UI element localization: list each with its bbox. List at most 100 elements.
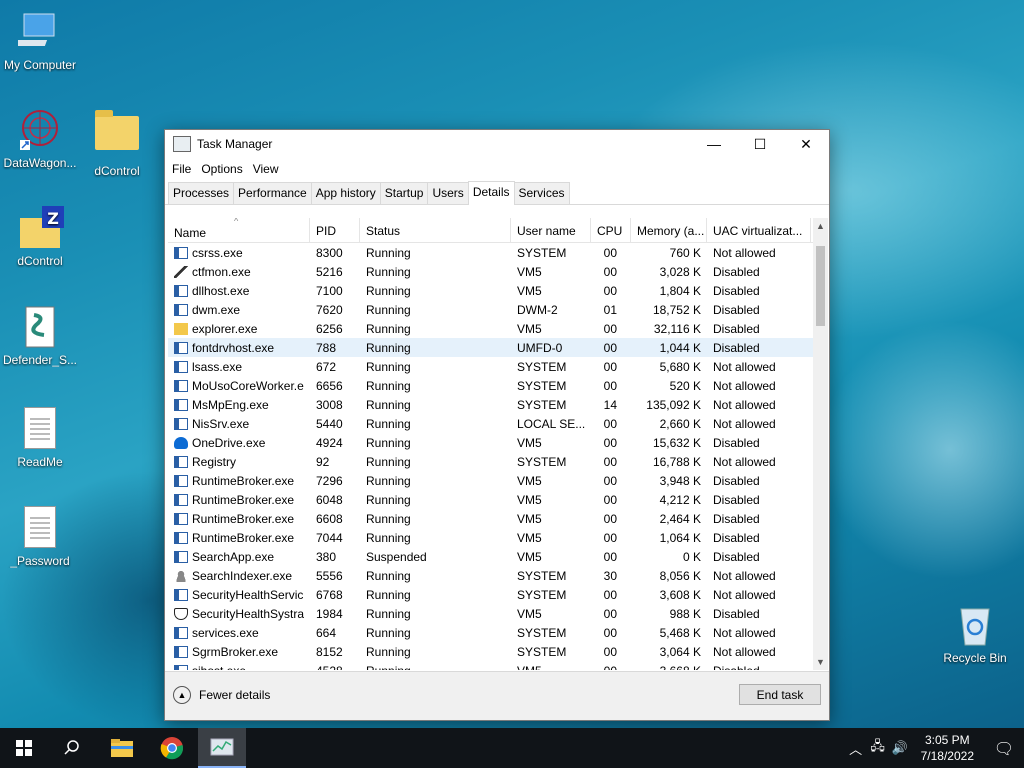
fewer-details-button[interactable]: ▲ Fewer details	[173, 686, 270, 704]
tab-app-history[interactable]: App history	[310, 182, 381, 204]
process-name-text: SecurityHealthServic...	[192, 587, 304, 602]
table-row[interactable]: SecurityHealthSystra... 1984 Running VM5 00 9…	[168, 604, 828, 623]
table-row[interactable]: SecurityHealthServic... 6768 Running SYSTEM…	[168, 585, 828, 604]
table-row[interactable]: MsMpEng.exe 3008 Running SYSTEM 14 135,092 K N…	[168, 395, 828, 414]
desktop-icon-readme[interactable]: ReadMe	[0, 405, 80, 469]
desktop-icon-password[interactable]: _Password	[0, 504, 80, 568]
close-button[interactable]: ✕	[783, 130, 829, 158]
process-memory: 16,788 K	[652, 454, 701, 469]
tab-details[interactable]: Details	[467, 181, 515, 205]
desktop-icon-recycle-bin[interactable]: Recycle Bin	[935, 603, 1015, 665]
table-row[interactable]: lsass.exe 672 Running SYSTEM 00 5,680 K Not al…	[168, 357, 828, 376]
column-header-pid[interactable]: PID	[310, 218, 360, 242]
process-status: Running	[366, 587, 411, 602]
application-icon	[174, 588, 188, 601]
application-icon	[174, 417, 188, 430]
desktop-icon-label: Recycle Bin	[943, 651, 1007, 665]
vertical-scrollbar[interactable]: ▲ ▼	[813, 218, 828, 670]
tab-startup[interactable]: Startup	[379, 182, 429, 204]
process-uac: Not allowed	[713, 397, 776, 412]
minimize-button[interactable]: —	[691, 130, 737, 158]
folder-icon	[111, 739, 133, 757]
taskbar-chrome[interactable]	[148, 728, 196, 768]
table-row[interactable]: NisSrv.exe 5440 Running LOCAL SE... 00 2,660 …	[168, 414, 828, 433]
desktop-icon-my-computer[interactable]: My Computer	[0, 10, 80, 72]
process-name-text: RuntimeBroker.exe	[192, 492, 295, 507]
clock[interactable]: 3:05 PM 7/18/2022	[921, 732, 974, 764]
process-cpu: 00	[603, 416, 617, 431]
volume-icon[interactable]: 🔊	[889, 741, 911, 756]
search-button[interactable]	[48, 728, 96, 768]
table-row[interactable]: Registry 92 Running SYSTEM 00 16,788 K Not all…	[168, 452, 828, 471]
scroll-up-icon[interactable]: ▲	[813, 218, 828, 234]
tab-processes[interactable]: Processes	[168, 182, 235, 204]
process-pid: 788	[316, 340, 337, 355]
process-cpu: 00	[603, 549, 617, 564]
process-cpu: 00	[603, 378, 617, 393]
table-row[interactable]: csrss.exe 8300 Running SYSTEM 00 760 K Not all…	[168, 243, 828, 262]
chevron-up-icon[interactable]: ︿	[845, 739, 867, 758]
process-status: Running	[366, 359, 411, 374]
table-row[interactable]: SearchIndexer.exe 5556 Running SYSTEM 30 8,05…	[168, 566, 828, 585]
table-row[interactable]: RuntimeBroker.exe 7296 Running VM5 00 3,948 K…	[168, 471, 828, 490]
process-name-text: fontdrvhost.exe	[192, 340, 275, 355]
taskbar-file-explorer[interactable]	[98, 728, 146, 768]
task-manager-icon	[173, 136, 191, 152]
desktop-icon-label: My Computer	[3, 58, 77, 72]
process-pid: 6608	[316, 511, 343, 526]
tab-services[interactable]: Services	[513, 182, 570, 204]
table-row[interactable]: RuntimeBroker.exe 6608 Running VM5 00 2,464 K…	[168, 509, 828, 528]
taskbar-task-manager[interactable]	[198, 728, 246, 768]
menu-options[interactable]: Options	[198, 162, 249, 176]
table-row[interactable]: ctfmon.exe 5216 Running VM5 00 3,028 K Disable…	[168, 262, 828, 281]
process-user: LOCAL SE...	[517, 416, 586, 431]
column-header-status[interactable]: Status	[360, 218, 511, 242]
table-row[interactable]: explorer.exe 6256 Running VM5 00 32,116 K Disa…	[168, 319, 828, 338]
desktop-icon-dcontrol[interactable]: Z dControl	[0, 206, 80, 268]
process-name: lsass.exe	[168, 360, 310, 374]
table-row[interactable]: dllhost.exe 7100 Running VM5 00 1,804 K Disabl…	[168, 281, 828, 300]
process-user: SYSTEM	[517, 587, 567, 602]
column-header-name[interactable]: Name	[168, 218, 310, 242]
process-status: Running	[366, 511, 411, 526]
process-uac: Disabled	[713, 473, 760, 488]
process-memory: 760 K	[669, 245, 701, 260]
title-bar[interactable]: Task Manager — ☐ ✕	[165, 130, 829, 158]
menu-file[interactable]: File	[169, 162, 198, 176]
table-row[interactable]: dwm.exe 7620 Running DWM-2 01 18,752 K Disable…	[168, 300, 828, 319]
table-row[interactable]: RuntimeBroker.exe 7044 Running VM5 00 1,064 K…	[168, 528, 828, 547]
process-memory: 1,044 K	[659, 340, 701, 355]
process-cpu: 00	[603, 587, 617, 602]
tab-performance[interactable]: Performance	[233, 182, 312, 204]
application-icon	[174, 664, 188, 670]
table-row[interactable]: SearchApp.exe 380 Suspended VM5 00 0 K Disable…	[168, 547, 828, 566]
start-button[interactable]	[0, 728, 48, 768]
column-header-uac-virtualization[interactable]: UAC virtualizat...	[707, 218, 811, 242]
table-row[interactable]: fontdrvhost.exe 788 Running UMFD-0 00 1,044 K…	[168, 338, 828, 357]
end-task-button[interactable]: End task	[739, 684, 821, 705]
process-name: RuntimeBroker.exe	[168, 474, 310, 488]
process-pid: 1984	[316, 606, 343, 621]
desktop-icon-defender-script[interactable]: Defender_S...	[0, 305, 80, 367]
process-name-text: sihost.exe	[192, 664, 246, 671]
column-header-user-name[interactable]: User name	[511, 218, 591, 242]
maximize-button[interactable]: ☐	[737, 130, 783, 158]
table-row[interactable]: SgrmBroker.exe 8152 Running SYSTEM 00 3,064 K…	[168, 642, 828, 661]
table-row[interactable]: sihost.exe 4528RunningVM5003,668 KDisable…	[168, 661, 828, 670]
notification-icon[interactable]: 🗨	[984, 739, 1024, 758]
table-row[interactable]: OneDrive.exe 4924 Running VM5 00 15,632 K Disa…	[168, 433, 828, 452]
column-header-memory[interactable]: Memory (a...	[631, 218, 707, 242]
network-icon[interactable]: 🖧	[867, 737, 889, 759]
application-icon	[174, 379, 188, 392]
column-header-cpu[interactable]: CPU	[591, 218, 631, 242]
desktop-icon-dcontrol-folder[interactable]: dControl	[77, 108, 157, 178]
table-row[interactable]: MoUsoCoreWorker.e... 6656 Running SYSTEM 00 5…	[168, 376, 828, 395]
table-row[interactable]: services.exe 664 Running SYSTEM 00 5,468 K Not…	[168, 623, 828, 642]
table-row[interactable]: RuntimeBroker.exe 6048 Running VM5 00 4,212 K…	[168, 490, 828, 509]
desktop-icon-datawagon[interactable]: DataWagon...	[0, 108, 80, 170]
scrollbar-thumb[interactable]	[816, 246, 825, 326]
process-name: SgrmBroker.exe	[168, 645, 310, 659]
tab-users[interactable]: Users	[427, 182, 469, 204]
menu-view[interactable]: View	[250, 162, 286, 176]
scroll-down-icon[interactable]: ▼	[813, 654, 828, 670]
